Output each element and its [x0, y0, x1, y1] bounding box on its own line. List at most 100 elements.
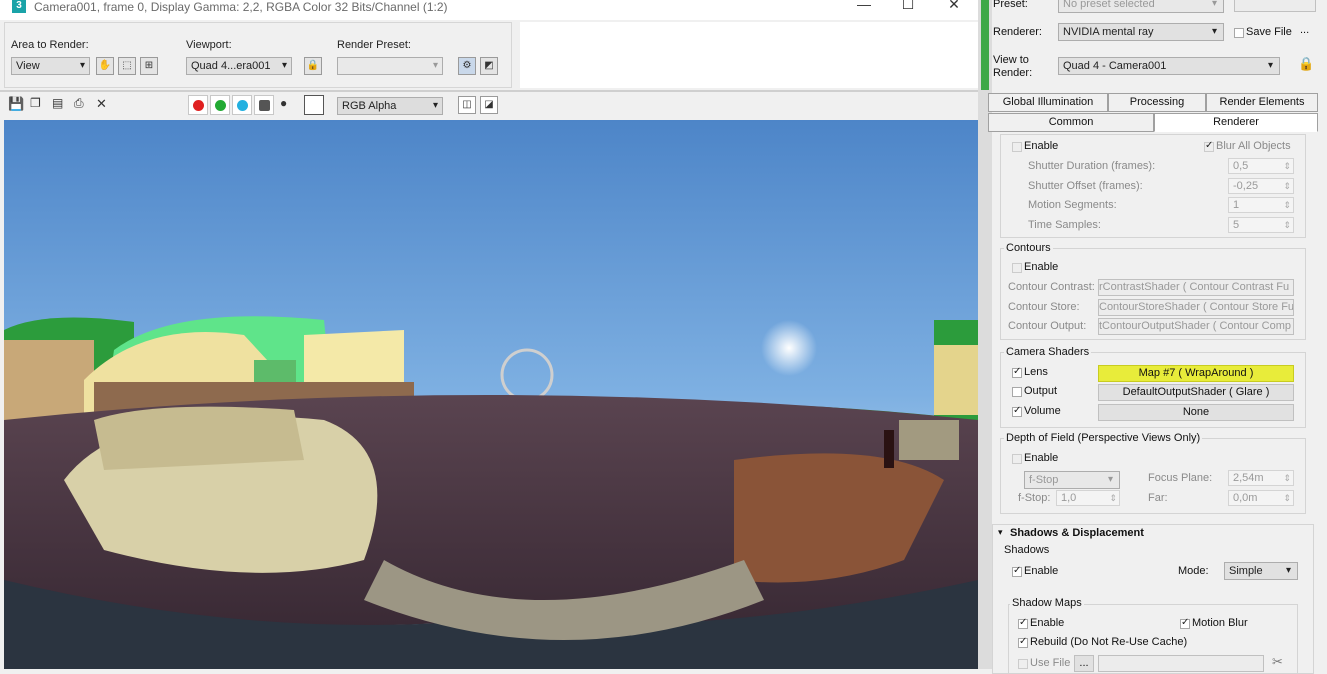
- collapse-icon[interactable]: ▾: [998, 527, 1003, 538]
- camera-shaders-title: Camera Shaders: [1004, 346, 1092, 358]
- save-image-icon[interactable]: 💾: [8, 96, 24, 112]
- rendered-image: [4, 120, 978, 669]
- output-checkbox[interactable]: [1012, 387, 1022, 397]
- shadow-mode-label: Mode:: [1178, 565, 1209, 577]
- tab-global-illumination[interactable]: Global Illumination: [988, 93, 1108, 112]
- contour-store-label: Contour Store:: [1008, 301, 1080, 313]
- render-viewport[interactable]: [4, 120, 978, 669]
- far-label: Far:: [1148, 492, 1168, 504]
- viewport-label: Viewport:: [186, 39, 232, 51]
- clear-icon[interactable]: ✕: [96, 96, 107, 112]
- monochrome-icon[interactable]: ●: [280, 96, 287, 110]
- minimize-button[interactable]: —: [853, 0, 875, 12]
- motion-segments-spinner[interactable]: 1: [1228, 197, 1294, 213]
- more-options-icon[interactable]: ...: [1300, 24, 1309, 36]
- preset-label: Preset:: [993, 0, 1028, 10]
- scrollbar-thumb[interactable]: [981, 0, 989, 90]
- copy-image-icon[interactable]: ❐: [30, 96, 41, 110]
- close-button[interactable]: ✕: [943, 0, 965, 13]
- area-to-render-dropdown[interactable]: View: [11, 57, 90, 75]
- shadows-title: Shadows: [1004, 544, 1050, 556]
- contour-contrast-button[interactable]: rContrastShader ( Contour Contrast Fu: [1098, 279, 1294, 296]
- output-shader-button[interactable]: DefaultOutputShader ( Glare ): [1098, 384, 1294, 401]
- display-toggle-icon[interactable]: ◫: [458, 96, 476, 114]
- focus-plane-spinner[interactable]: 2,54m: [1228, 470, 1294, 486]
- use-file-browse-button[interactable]: ...: [1074, 655, 1094, 672]
- tab-common[interactable]: Common: [988, 113, 1154, 132]
- renderer-dropdown[interactable]: NVIDIA mental ray: [1058, 23, 1224, 41]
- blur-all-objects-checkbox[interactable]: [1204, 140, 1214, 152]
- shadow-maps-title: Shadow Maps: [1010, 597, 1084, 609]
- time-samples-spinner[interactable]: 5: [1228, 217, 1294, 233]
- blue-channel-icon: [237, 100, 248, 111]
- environment-effects-icon[interactable]: ◩: [480, 57, 498, 75]
- lock-view-icon[interactable]: 🔒: [1298, 56, 1314, 72]
- volume-label: Volume: [1024, 405, 1061, 417]
- auto-region-icon[interactable]: ⬚: [118, 57, 136, 75]
- alpha-channel-button[interactable]: [254, 95, 274, 115]
- render-setup-panel: Preset: No preset selected Renderer: NVI…: [988, 0, 1327, 674]
- far-spinner[interactable]: 0,0m: [1228, 490, 1294, 506]
- viewport-dropdown[interactable]: Quad 4...era001: [186, 57, 292, 75]
- edit-region-icon[interactable]: ✋: [96, 57, 114, 75]
- print-icon[interactable]: ⎙: [74, 96, 84, 111]
- window-title: Camera001, frame 0, Display Gamma: 2,2, …: [34, 0, 448, 14]
- use-file-checkbox[interactable]: [1018, 659, 1028, 669]
- red-channel-button[interactable]: [188, 95, 208, 115]
- motion-blur-enable-label: Enable: [1024, 140, 1059, 152]
- shadows-displacement-header[interactable]: Shadows & Displacement: [1010, 527, 1144, 539]
- shadow-mode-dropdown[interactable]: Simple: [1224, 562, 1298, 580]
- shadow-maps-enable-checkbox[interactable]: [1018, 617, 1028, 629]
- clone-frame-icon[interactable]: ▤: [52, 96, 63, 110]
- save-file-checkbox[interactable]: [1234, 28, 1244, 38]
- volume-checkbox[interactable]: [1012, 405, 1022, 417]
- swatch-button[interactable]: [304, 95, 324, 115]
- toolbar-empty-area: [520, 22, 978, 88]
- correction-icon[interactable]: ◪: [480, 96, 498, 114]
- volume-shader-button[interactable]: None: [1098, 404, 1294, 421]
- render-preset-label: Render Preset:: [337, 39, 411, 51]
- clear-file-icon[interactable]: ✂: [1272, 654, 1283, 670]
- channel-dropdown[interactable]: RGB Alpha: [337, 97, 443, 115]
- fstop-mode-dropdown[interactable]: f-Stop: [1024, 471, 1120, 489]
- use-file-path-field[interactable]: [1098, 655, 1264, 672]
- alpha-channel-icon: [259, 100, 270, 111]
- focus-plane-label: Focus Plane:: [1148, 472, 1213, 484]
- shadows-enable-checkbox[interactable]: [1012, 565, 1022, 577]
- shutter-duration-spinner[interactable]: 0,5: [1228, 158, 1294, 174]
- motion-blur-checkbox[interactable]: [1180, 617, 1190, 629]
- lock-icon[interactable]: 🔒: [304, 57, 322, 75]
- blur-all-objects-label: Blur All Objects: [1216, 140, 1291, 152]
- green-channel-icon: [215, 100, 226, 111]
- motion-blur-enable-checkbox[interactable]: [1012, 142, 1022, 152]
- tab-processing[interactable]: Processing: [1108, 93, 1206, 112]
- rebuild-label: Rebuild (Do Not Re-Use Cache): [1030, 636, 1188, 648]
- render-preset-dropdown[interactable]: [337, 57, 443, 75]
- motion-blur-label: Motion Blur: [1192, 617, 1248, 629]
- region-select-icon[interactable]: ⊞: [140, 57, 158, 75]
- blue-channel-button[interactable]: [232, 95, 252, 115]
- shutter-offset-spinner[interactable]: -0,25: [1228, 178, 1294, 194]
- lens-checkbox[interactable]: [1012, 366, 1022, 378]
- view-to-render-dropdown[interactable]: Quad 4 - Camera001: [1058, 57, 1280, 75]
- preset-extra-button[interactable]: [1234, 0, 1316, 12]
- lens-shader-button[interactable]: Map #7 ( WrapAround ): [1098, 365, 1294, 382]
- fstop-spinner[interactable]: 1,0: [1056, 490, 1120, 506]
- tab-renderer[interactable]: Renderer: [1154, 113, 1318, 132]
- dof-enable-checkbox[interactable]: [1012, 454, 1022, 464]
- render-setup-icon[interactable]: ⚙: [458, 57, 476, 75]
- contours-enable-checkbox[interactable]: [1012, 263, 1022, 273]
- contour-store-button[interactable]: ContourStoreShader ( Contour Store Fu: [1098, 299, 1294, 316]
- preset-dropdown[interactable]: No preset selected: [1058, 0, 1224, 13]
- use-file-label: Use File: [1030, 657, 1071, 669]
- maximize-button[interactable]: ☐: [897, 0, 919, 13]
- lens-label: Lens: [1024, 366, 1048, 378]
- rebuild-checkbox[interactable]: [1018, 636, 1028, 648]
- fstop-label: f-Stop:: [1018, 492, 1051, 504]
- contour-output-button[interactable]: tContourOutputShader ( Contour Comp: [1098, 318, 1294, 335]
- tab-render-elements[interactable]: Render Elements: [1206, 93, 1318, 112]
- green-channel-button[interactable]: [210, 95, 230, 115]
- shutter-duration-label: Shutter Duration (frames):: [1028, 160, 1156, 172]
- contours-enable-label: Enable: [1024, 261, 1059, 273]
- toolbar-separator: [0, 90, 978, 92]
